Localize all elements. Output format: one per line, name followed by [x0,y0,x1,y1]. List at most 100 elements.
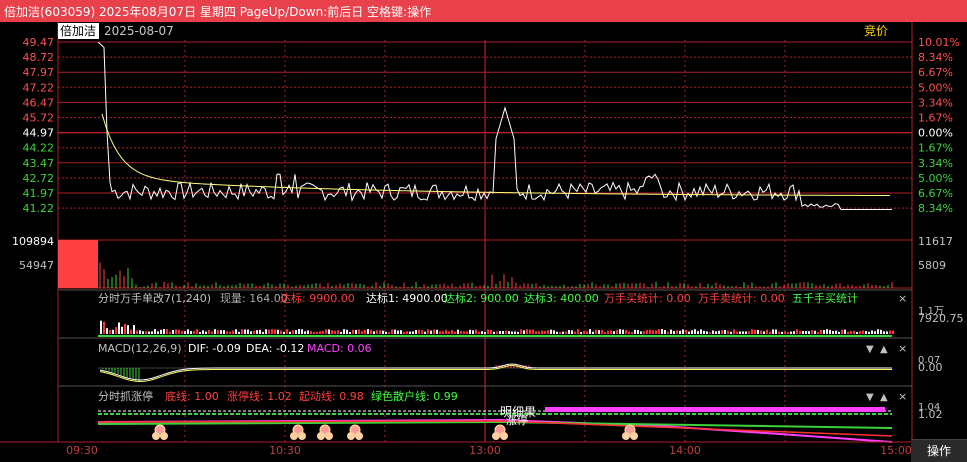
wan-bar [880,329,882,334]
wan-bar [517,331,519,334]
wan-bar [751,329,753,334]
wan-bar [136,330,138,334]
wan-bar [445,329,447,334]
wan-bar [754,329,756,334]
price-tick: 43.47 [23,157,55,170]
wan-bar [271,329,273,334]
wan-bar [259,329,261,334]
zt-signal-marker [317,432,325,440]
macd-tick: 0.00 [918,361,943,374]
wan-bar [778,331,780,334]
wan-bar [325,329,327,334]
wan-bar [523,330,525,334]
wan-bar [490,329,492,334]
wan-bar [694,329,696,334]
wan-bar [859,331,861,334]
wan-bar [394,329,396,334]
wan-bar [397,330,399,334]
volume-tick: 5809 [918,259,946,272]
wan-bar [865,331,867,334]
wan-bar [160,329,162,334]
wan-panel-item: 达标: 9900.00 [280,291,355,305]
wan-bar [454,331,456,334]
intraday-chart[interactable]: 倍加洁 2025-08-07 竞价 49.47 48.72 47.97 47.22 46.47… [0,22,967,462]
wan-panel-item: 万手买统计: 0.00 [604,291,691,305]
wan-bar [274,329,276,334]
wan-bar [457,329,459,334]
wan-bar [502,330,504,334]
wan-bar [526,329,528,334]
wan-bar [799,330,801,334]
wan-bar [175,329,177,334]
volume-tick: 54947 [19,259,54,272]
wan-bar [592,331,594,334]
time-axis-label: 15:00 [880,444,912,457]
percent-tick: 5.00% [918,172,953,185]
wan-bar [244,329,246,334]
wan-bar [358,329,360,334]
wan-bar [472,330,474,334]
wan-bar [217,330,219,334]
wan-bar [808,331,810,334]
wan-bar [235,329,237,334]
wan-bar [580,331,582,334]
wan-bar [730,331,732,334]
wan-bar [148,331,150,334]
wan-bar [418,329,420,334]
wan-bar [337,330,339,334]
wan-bar [343,329,345,334]
wan-bar [820,329,822,334]
wan-bar [574,331,576,334]
wan-bar [877,329,879,334]
wan-bar [538,331,540,334]
wan-bar [832,330,834,334]
wan-bar [823,329,825,334]
wan-bar [496,331,498,334]
wan-bar [790,331,792,334]
wan-bar [478,331,480,334]
wan-bar [655,330,657,334]
wan-bar [142,331,144,334]
wan-bar [493,331,495,334]
wan-panel-item: 达标2: 900.00 [444,291,519,305]
wan-bar [817,331,819,334]
wan-bar [277,329,279,334]
wan-bar [511,331,513,334]
wan-bar [685,329,687,334]
wan-bar [292,330,294,334]
wan-bar [835,330,837,334]
wan-bar [724,330,726,334]
wan-bar [556,331,558,334]
wan-bar [802,331,804,334]
time-axis-label: 14:00 [669,444,701,457]
wan-bar [388,331,390,334]
wan-tick: 7920.75 [918,312,964,325]
wan-bar [595,329,597,334]
wan-bar [145,331,147,334]
zt-signal-marker [630,432,638,440]
wan-bar [130,329,132,334]
wan-bar [466,331,468,334]
wan-bar [769,331,771,334]
wan-panel-item: 现量: 164.00 [220,292,288,305]
macd-value: MACD: 0.06 [307,342,372,355]
wan-bar [571,330,573,334]
wan-bar [586,331,588,334]
wan-bar [667,331,669,334]
operate-button[interactable]: 操作 [911,439,967,462]
wan-bar [598,330,600,334]
wan-bar [736,331,738,334]
wan-bar [112,329,114,334]
wan-bar [208,330,210,334]
wan-bar [679,330,681,334]
zt-signal-band [545,407,885,412]
wan-bar [568,330,570,334]
percent-tick: 3.34% [918,157,953,170]
zt-signal-marker [355,432,363,440]
time-axis-label: 13:00 [469,444,501,457]
wan-bar [742,331,744,334]
wan-bar [622,329,624,334]
wan-panel-close-icon: × [898,292,907,305]
wan-bar [298,329,300,334]
wan-bar [262,331,264,334]
